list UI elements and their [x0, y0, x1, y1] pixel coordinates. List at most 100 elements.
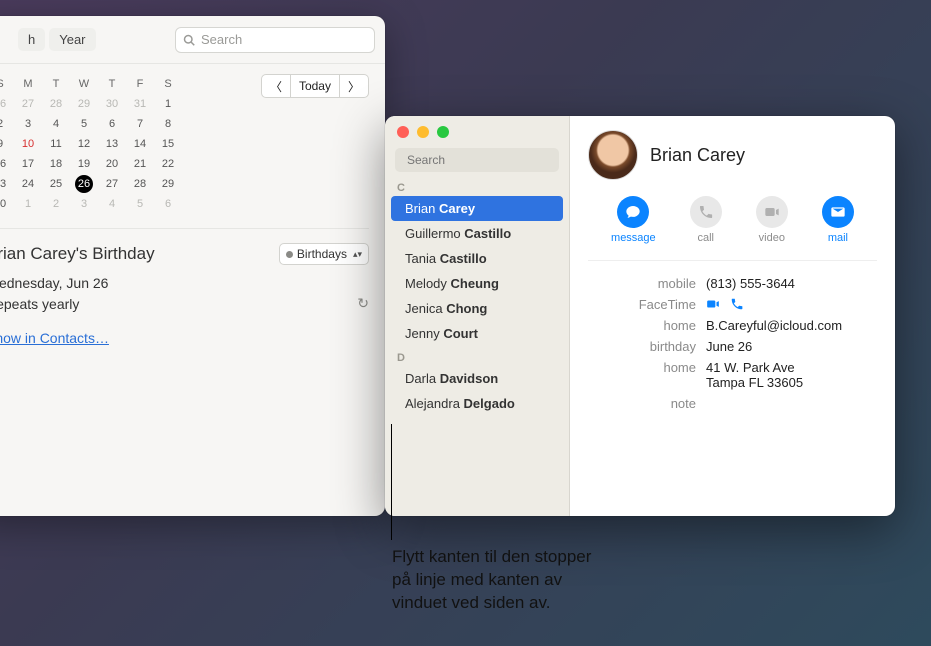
day-cell[interactable]: 30: [98, 94, 126, 114]
day-cell[interactable]: 5: [126, 194, 154, 214]
repeat-icon[interactable]: ↻: [357, 295, 369, 312]
day-cell[interactable]: 4: [98, 194, 126, 214]
calendar-toolbar: h Year Search: [0, 16, 385, 64]
next-button[interactable]: 〉: [340, 74, 369, 98]
day-cell[interactable]: 13: [98, 134, 126, 154]
mini-month[interactable]: SMTWTFS262728293031123456789101112131415…: [0, 74, 196, 214]
contact-item[interactable]: Alejandra Delgado: [391, 391, 563, 416]
day-cell[interactable]: 2: [0, 114, 14, 134]
birthday-value: June 26: [706, 339, 752, 354]
address-line-1: 41 W. Park Ave: [706, 360, 803, 375]
avatar: [588, 130, 638, 180]
video-icon[interactable]: [706, 297, 720, 311]
day-cell[interactable]: 27: [14, 94, 42, 114]
section-letter: D: [385, 346, 569, 366]
contact-item[interactable]: Melody Cheung: [391, 271, 563, 296]
day-cell[interactable]: 15: [154, 134, 182, 154]
day-cell[interactable]: 12: [70, 134, 98, 154]
day-cell[interactable]: 25: [42, 174, 70, 194]
message-label: message: [611, 232, 656, 244]
day-cell[interactable]: 29: [154, 174, 182, 194]
contact-item[interactable]: Tania Castillo: [391, 246, 563, 271]
day-cell[interactable]: 16: [0, 154, 14, 174]
prev-button[interactable]: 〈: [261, 74, 291, 98]
day-cell[interactable]: 30: [0, 194, 14, 214]
message-icon: [625, 204, 641, 220]
day-cell[interactable]: 5: [70, 114, 98, 134]
dow-cell: T: [42, 74, 70, 94]
day-cell[interactable]: 2: [42, 194, 70, 214]
contacts-search[interactable]: [395, 148, 559, 172]
calendar-select[interactable]: Birthdays ▴▾: [279, 243, 369, 265]
calendar-window: h Year Search 〈 Today 〉 SMTWTFS262728293…: [0, 16, 385, 516]
callout-line: [391, 424, 392, 540]
contact-item[interactable]: Jenica Chong: [391, 296, 563, 321]
show-in-contacts-link[interactable]: Show in Contacts…: [0, 330, 109, 346]
day-cell[interactable]: 7: [126, 114, 154, 134]
day-cell[interactable]: 8: [154, 114, 182, 134]
day-cell[interactable]: 3: [14, 114, 42, 134]
day-cell[interactable]: 9: [0, 134, 14, 154]
facetime-value: [706, 297, 744, 312]
day-cell[interactable]: 18: [42, 154, 70, 174]
day-cell[interactable]: 6: [98, 114, 126, 134]
day-cell[interactable]: 1: [154, 94, 182, 114]
day-cell[interactable]: 11: [42, 134, 70, 154]
calendar-search-placeholder: Search: [201, 32, 242, 47]
calendar-search[interactable]: Search: [175, 27, 375, 53]
day-cell[interactable]: 20: [98, 154, 126, 174]
home-address-label: home: [588, 360, 696, 390]
video-action[interactable]: video: [756, 196, 788, 244]
message-action[interactable]: message: [611, 196, 656, 244]
mobile-value[interactable]: (813) 555-3644: [706, 276, 795, 291]
mail-action[interactable]: mail: [822, 196, 854, 244]
caption-line-1: Flytt kanten til den stopper: [392, 546, 712, 569]
zoom-window-button[interactable]: [437, 126, 449, 138]
calendar-nav: 〈 Today 〉: [261, 74, 369, 98]
callout-caption: Flytt kanten til den stopper på linje me…: [392, 546, 712, 615]
day-cell[interactable]: 19: [70, 154, 98, 174]
day-cell[interactable]: 29: [70, 94, 98, 114]
dow-cell: M: [14, 74, 42, 94]
event-date: Wednesday, Jun 26: [0, 275, 369, 291]
day-cell[interactable]: 26: [75, 175, 93, 193]
close-window-button[interactable]: [397, 126, 409, 138]
day-cell[interactable]: 27: [98, 174, 126, 194]
contact-item[interactable]: Brian Carey: [391, 196, 563, 221]
info-rows: mobile (813) 555-3644 FaceTime home B.Ca…: [588, 273, 877, 414]
contact-list[interactable]: CBrian CareyGuillermo CastilloTania Cast…: [385, 176, 569, 416]
day-cell[interactable]: 28: [126, 174, 154, 194]
day-cell[interactable]: 10: [14, 134, 42, 154]
day-cell[interactable]: 26: [0, 94, 14, 114]
day-cell[interactable]: 24: [14, 174, 42, 194]
search-icon: [183, 34, 195, 46]
home-address-value[interactable]: 41 W. Park Ave Tampa FL 33605: [706, 360, 803, 390]
contact-item[interactable]: Darla Davidson: [391, 366, 563, 391]
contacts-search-input[interactable]: [407, 153, 562, 167]
day-cell[interactable]: 21: [126, 154, 154, 174]
mobile-label: mobile: [588, 276, 696, 291]
day-cell[interactable]: 28: [42, 94, 70, 114]
home-email-value[interactable]: B.Careyful@icloud.com: [706, 318, 842, 333]
contact-item[interactable]: Jenny Court: [391, 321, 563, 346]
caption-line-3: vinduet ved siden av.: [392, 592, 712, 615]
day-cell[interactable]: 23: [0, 174, 14, 194]
minimize-window-button[interactable]: [417, 126, 429, 138]
day-cell[interactable]: 17: [14, 154, 42, 174]
day-cell[interactable]: 3: [70, 194, 98, 214]
today-button[interactable]: Today: [291, 74, 340, 98]
tab-month[interactable]: h: [18, 28, 45, 51]
day-cell[interactable]: 22: [154, 154, 182, 174]
contact-name: Brian Carey: [650, 145, 745, 166]
day-cell[interactable]: 4: [42, 114, 70, 134]
phone-icon[interactable]: [730, 297, 744, 311]
day-cell[interactable]: 31: [126, 94, 154, 114]
day-cell[interactable]: 1: [14, 194, 42, 214]
call-action[interactable]: call: [690, 196, 722, 244]
contact-item[interactable]: Guillermo Castillo: [391, 221, 563, 246]
tab-year[interactable]: Year: [49, 28, 95, 51]
phone-icon: [698, 204, 714, 220]
day-cell[interactable]: 6: [154, 194, 182, 214]
day-cell[interactable]: 14: [126, 134, 154, 154]
contact-detail: Brian Carey message call video mail mobi: [570, 116, 895, 516]
